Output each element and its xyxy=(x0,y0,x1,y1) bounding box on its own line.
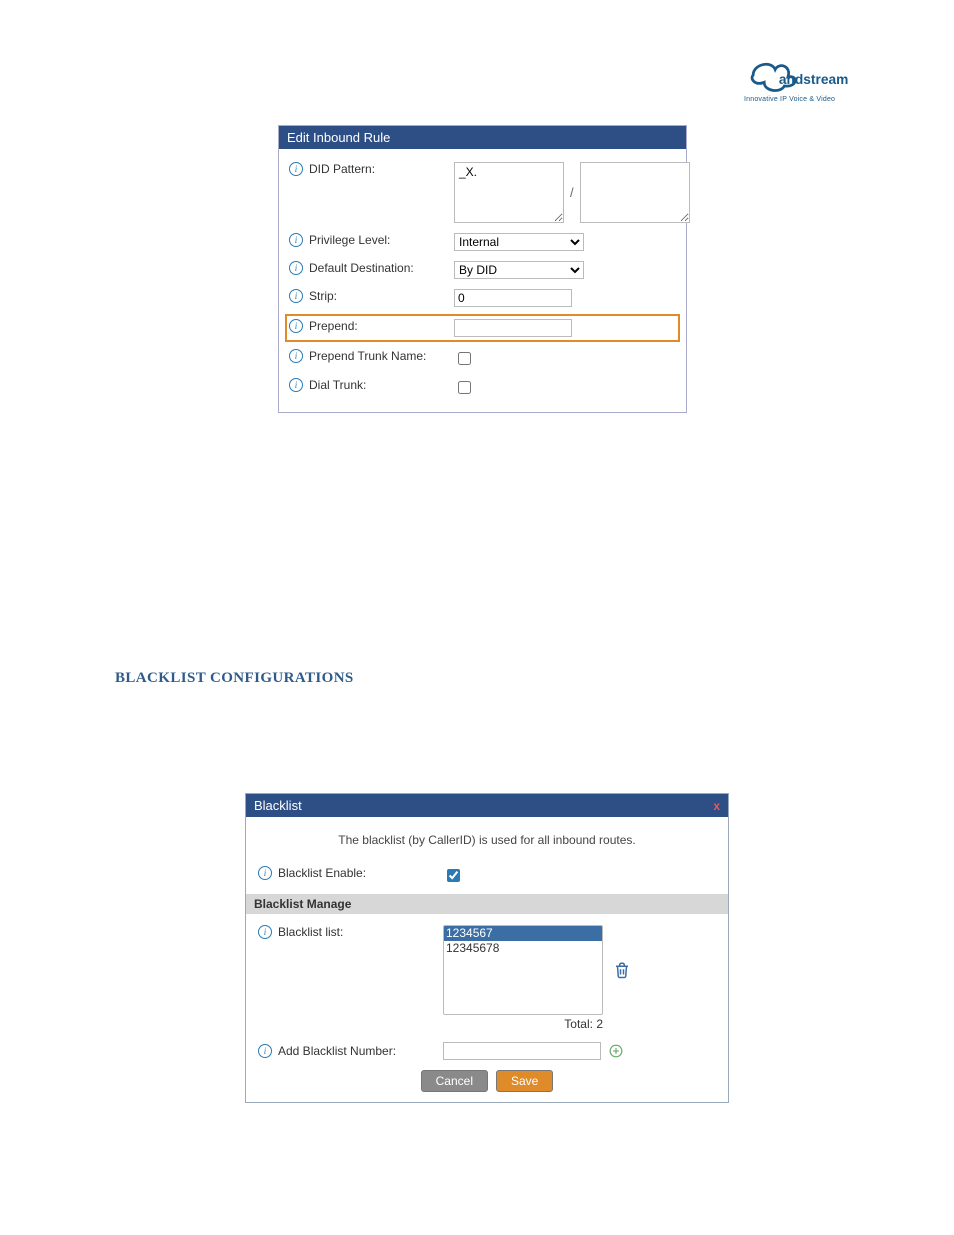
brand-logo-text: andstream xyxy=(779,72,849,87)
did-pattern-textarea-a[interactable] xyxy=(454,162,564,223)
label-prepend-trunk-name: Prepend Trunk Name: xyxy=(309,349,454,363)
row-blacklist-enable: i Blacklist Enable: xyxy=(258,861,716,890)
blacklist-dialog-title: Blacklist xyxy=(254,798,302,813)
label-strip: Strip: xyxy=(309,289,454,303)
row-dial-trunk: i Dial Trunk: xyxy=(289,373,676,402)
add-blacklist-input[interactable] xyxy=(443,1042,601,1060)
blacklist-note: The blacklist (by CallerID) is used for … xyxy=(258,827,716,861)
save-button[interactable]: Save xyxy=(496,1070,553,1092)
brand-logo-tagline: Innovative IP Voice & Video xyxy=(744,96,835,103)
info-icon[interactable]: i xyxy=(289,261,303,275)
blacklist-listbox[interactable]: 123456712345678 xyxy=(443,925,603,1015)
row-add-blacklist: i Add Blacklist Number: xyxy=(258,1036,716,1064)
info-icon[interactable]: i xyxy=(258,925,272,939)
label-blacklist-list: Blacklist list: xyxy=(278,925,443,939)
info-icon[interactable]: i xyxy=(289,233,303,247)
section-heading-blacklist-config: BLACKLIST CONFIGURATIONS xyxy=(115,670,354,687)
close-icon[interactable]: x xyxy=(713,799,720,813)
label-default-destination: Default Destination: xyxy=(309,261,454,275)
blacklist-dialog-titlebar: Blacklist x xyxy=(246,794,728,817)
label-prepend: Prepend: xyxy=(309,319,454,333)
row-default-destination: i Default Destination: By DID xyxy=(289,256,676,284)
row-did-pattern: i DID Pattern: / xyxy=(289,157,676,228)
row-blacklist-list: i Blacklist list: 123456712345678 To xyxy=(258,920,716,1036)
default-destination-select[interactable]: By DID xyxy=(454,261,584,279)
info-icon[interactable]: i xyxy=(289,289,303,303)
did-pattern-separator: / xyxy=(570,185,574,200)
row-prepend-trunk-name: i Prepend Trunk Name: xyxy=(289,344,676,373)
info-icon[interactable]: i xyxy=(289,162,303,176)
privilege-level-select[interactable]: Internal xyxy=(454,233,584,251)
dialog-button-bar: Cancel Save xyxy=(258,1064,716,1102)
row-strip: i Strip: xyxy=(289,284,676,312)
blacklist-total: Total: 2 xyxy=(443,1017,603,1031)
edit-inbound-rule-panel: Edit Inbound Rule i DID Pattern: / i Pri… xyxy=(278,125,687,413)
strip-input[interactable] xyxy=(454,289,572,307)
prepend-trunk-name-checkbox[interactable] xyxy=(458,352,471,365)
trash-icon[interactable] xyxy=(613,960,631,980)
plus-icon[interactable] xyxy=(609,1044,623,1058)
info-icon[interactable]: i xyxy=(289,378,303,392)
info-icon[interactable]: i xyxy=(258,866,272,880)
info-icon[interactable]: i xyxy=(289,349,303,363)
label-blacklist-enable: Blacklist Enable: xyxy=(278,866,443,880)
label-add-blacklist: Add Blacklist Number: xyxy=(278,1044,443,1058)
label-privilege-level: Privilege Level: xyxy=(309,233,454,247)
row-prepend: i Prepend: xyxy=(285,314,680,342)
brand-logo: andstream Innovative IP Voice & Video xyxy=(744,56,854,116)
edit-inbound-rule-title: Edit Inbound Rule xyxy=(279,126,686,149)
brand-logo-mark: andstream xyxy=(744,56,854,94)
label-dial-trunk: Dial Trunk: xyxy=(309,378,454,392)
blacklist-manage-header: Blacklist Manage xyxy=(246,894,728,914)
info-icon[interactable]: i xyxy=(258,1044,272,1058)
dial-trunk-checkbox[interactable] xyxy=(458,381,471,394)
info-icon[interactable]: i xyxy=(289,319,303,333)
blacklist-dialog: Blacklist x The blacklist (by CallerID) … xyxy=(245,793,729,1103)
row-privilege-level: i Privilege Level: Internal xyxy=(289,228,676,256)
prepend-input[interactable] xyxy=(454,319,572,337)
label-did-pattern: DID Pattern: xyxy=(309,162,454,176)
cancel-button[interactable]: Cancel xyxy=(421,1070,488,1092)
blacklist-enable-checkbox[interactable] xyxy=(447,869,460,882)
did-pattern-textarea-b[interactable] xyxy=(580,162,690,223)
